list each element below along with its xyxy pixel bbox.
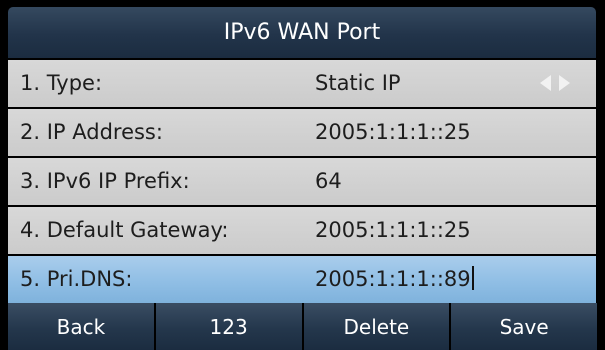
ip-address-row[interactable]: 2. IP Address: 2005:1:1:1::25	[8, 109, 596, 156]
type-value[interactable]: Static IP	[315, 60, 401, 107]
ipv6-prefix-field[interactable]: 64	[315, 158, 342, 205]
softkey-bar: Back 123 Delete Save	[8, 303, 597, 350]
pri-dns-field[interactable]: 2005:1:1:1::89	[315, 256, 474, 303]
arrow-right-icon[interactable]	[559, 75, 570, 91]
ipv6-prefix-label: 3. IPv6 IP Prefix:	[20, 169, 190, 193]
screen-title: IPv6 WAN Port	[8, 7, 596, 58]
arrow-left-icon[interactable]	[540, 75, 551, 91]
ip-address-field[interactable]: 2005:1:1:1::25	[315, 109, 471, 156]
back-button[interactable]: Back	[8, 303, 154, 350]
delete-button[interactable]: Delete	[303, 303, 450, 350]
ip-address-label: 2. IP Address:	[20, 120, 163, 144]
type-label: 1. Type:	[20, 71, 103, 95]
default-gateway-label: 4. Default Gateway:	[20, 218, 229, 242]
settings-list: 1. Type: Static IP 2. IP Address: 2005:1…	[8, 60, 596, 305]
input-mode-button[interactable]: 123	[155, 303, 302, 350]
pri-dns-label: 5. Pri.DNS:	[20, 267, 133, 291]
ipv6-prefix-row[interactable]: 3. IPv6 IP Prefix: 64	[8, 158, 596, 205]
save-button[interactable]: Save	[451, 303, 597, 350]
default-gateway-field[interactable]: 2005:1:1:1::25	[315, 207, 471, 254]
phone-screen: IPv6 WAN Port 1. Type: Static IP 2. IP A…	[0, 0, 605, 350]
default-gateway-row[interactable]: 4. Default Gateway: 2005:1:1:1::25	[8, 207, 596, 254]
pri-dns-value: 2005:1:1:1::89	[315, 267, 471, 291]
text-cursor	[471, 266, 474, 290]
type-row[interactable]: 1. Type: Static IP	[8, 60, 596, 107]
pri-dns-row[interactable]: 5. Pri.DNS: 2005:1:1:1::89	[8, 256, 596, 303]
type-selector-arrows	[540, 75, 570, 91]
